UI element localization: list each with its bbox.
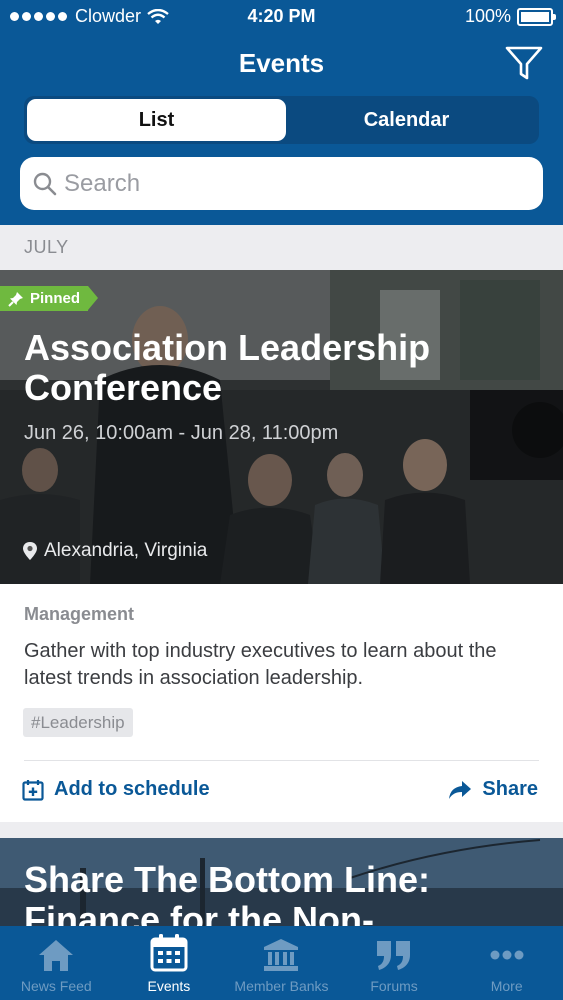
- tab-bar: News Feed Events Member Banks Forums Mor…: [0, 926, 563, 1000]
- add-to-schedule-label: Add to schedule: [54, 778, 210, 800]
- event-card[interactable]: Pinned Association Leadership Conference…: [0, 270, 563, 822]
- event-title: Association Leadership Conference: [24, 327, 431, 408]
- tab-label: More: [490, 978, 523, 994]
- event-category: Management: [24, 604, 135, 624]
- pinned-badge: Pinned: [0, 286, 99, 311]
- tab-more[interactable]: More: [450, 926, 563, 1000]
- more-icon: [490, 950, 524, 960]
- battery-icon: [517, 7, 556, 26]
- event-dates: Jun 26, 10:00am - Jun 28, 11:00pm: [24, 422, 339, 444]
- calendar-icon: [150, 934, 188, 972]
- tab-forums[interactable]: Forums: [338, 926, 451, 1000]
- tab-member-banks[interactable]: Member Banks: [225, 926, 338, 1000]
- tab-label: News Feed: [20, 978, 92, 994]
- event-2-title: Share The Bottom Line: Finance for the N…: [24, 859, 431, 927]
- section-header-month: JULY: [24, 237, 69, 257]
- battery-percent: 100%: [464, 6, 511, 26]
- share-label: Share: [482, 778, 538, 800]
- pin-icon: [8, 291, 23, 307]
- tab-label: Events: [147, 978, 191, 994]
- bank-icon: [264, 939, 299, 971]
- event-tag[interactable]: #Leadership: [23, 708, 133, 737]
- search-icon: [33, 172, 57, 195]
- event-hero-image[interactable]: Pinned Association Leadership Conference…: [0, 270, 563, 584]
- search-input[interactable]: [64, 169, 514, 198]
- calendar-add-icon: [22, 779, 44, 801]
- event-card-2[interactable]: Share The Bottom Line: Finance for the N…: [0, 838, 563, 926]
- pinned-label: Pinned: [30, 290, 81, 307]
- event-location: Alexandria, Virginia: [22, 540, 207, 562]
- share-button[interactable]: Share: [448, 778, 538, 801]
- card-divider: [24, 760, 539, 761]
- location-text: Alexandria, Virginia: [44, 540, 208, 561]
- tab-news-feed[interactable]: News Feed: [0, 926, 113, 1000]
- tab-label: Member Banks: [234, 978, 329, 994]
- segment-calendar[interactable]: Calendar: [277, 99, 536, 141]
- view-segmented-control: List Calendar: [24, 96, 539, 144]
- search-bar[interactable]: [20, 157, 543, 210]
- home-icon: [39, 940, 74, 971]
- tab-events[interactable]: Events: [113, 926, 226, 1000]
- add-to-schedule-button[interactable]: Add to schedule: [22, 778, 210, 801]
- status-battery: 100%: [464, 6, 556, 27]
- location-pin-icon: [23, 542, 37, 560]
- event-description: Gather with top industry executives to l…: [24, 640, 497, 689]
- filter-icon[interactable]: [504, 44, 544, 84]
- header: Clowder 4:20 PM 100% Events List Calenda…: [0, 0, 563, 225]
- status-bar: Clowder 4:20 PM 100%: [0, 0, 563, 32]
- share-icon: [449, 780, 472, 799]
- segment-list[interactable]: List: [27, 99, 286, 141]
- page-title: Events: [238, 48, 325, 78]
- tab-label: Forums: [370, 978, 418, 994]
- quote-icon: [377, 941, 411, 970]
